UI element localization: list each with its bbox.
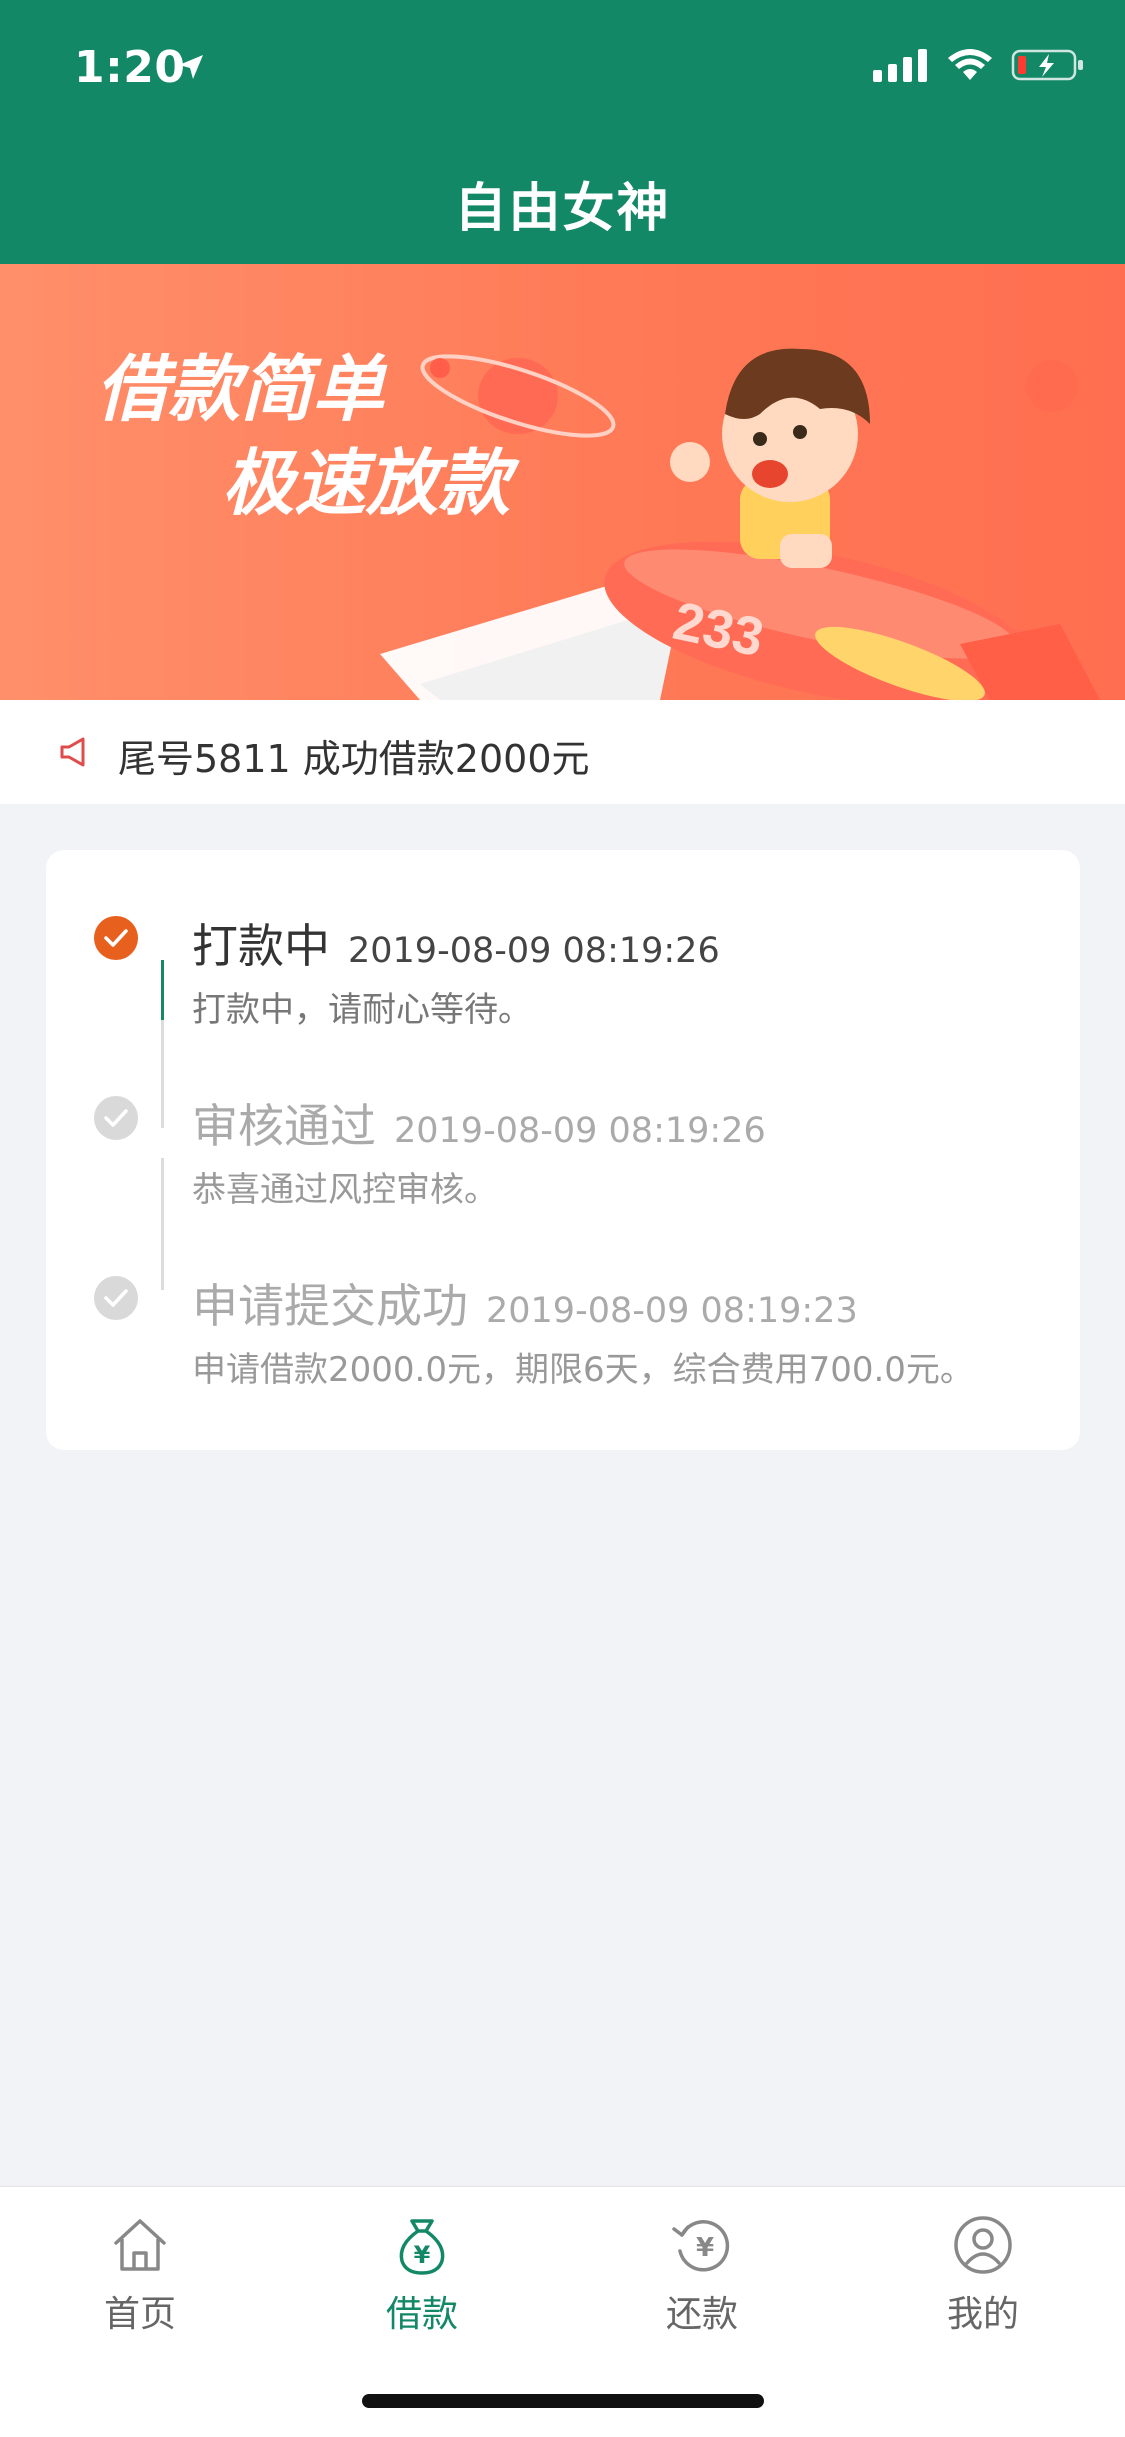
timeline-line	[161, 1020, 164, 1128]
step-time: 2019-08-09 08:19:26	[394, 1111, 766, 1151]
check-icon	[94, 1276, 138, 1320]
battery-icon	[1011, 49, 1083, 81]
header: 1:20 自由女神	[0, 0, 1125, 264]
step-title-row: 审核通过 2019-08-09 08:19:26	[192, 1090, 766, 1156]
step-title: 申请提交成功	[192, 1279, 468, 1333]
home-icon	[114, 2219, 166, 2271]
page-title: 自由女神	[454, 179, 671, 239]
banner-slogan-line2: 极速放款	[222, 441, 520, 525]
cellular-signal-icon	[873, 49, 927, 82]
svg-text:¥: ¥	[414, 2241, 431, 2269]
profile-icon	[954, 2216, 1012, 2274]
step-description: 恭喜通过风控审核。	[192, 1170, 498, 1210]
step-time: 2019-08-09 08:19:23	[486, 1291, 858, 1331]
step-title-row: 申请提交成功 2019-08-09 08:19:23	[192, 1270, 858, 1336]
step-time: 2019-08-09 08:19:26	[348, 931, 720, 971]
check-icon	[94, 1096, 138, 1140]
location-arrow-icon	[179, 55, 203, 79]
step-description: 申请借款2000.0元，期限6天，综合费用700.0元。	[192, 1350, 974, 1390]
repay-icon: ¥	[672, 2220, 730, 2272]
promo-banner[interactable]: 233 借款简单 极速放款	[0, 264, 1125, 700]
banner-slogan-line1: 借款简单	[96, 347, 388, 431]
tab-label: 还款	[665, 2294, 738, 2335]
wifi-icon	[948, 49, 992, 80]
step-description: 打款中，请耐心等待。	[192, 990, 532, 1030]
timeline-line	[161, 1158, 164, 1290]
tab-loan[interactable]: ¥ 借款	[322, 2213, 522, 2337]
speaker-icon	[60, 737, 85, 767]
notice-text: 尾号5811 成功借款2000元	[118, 737, 590, 781]
tab-label: 我的	[946, 2294, 1019, 2335]
tab-home[interactable]: 首页	[40, 2213, 240, 2337]
step-title: 审核通过	[192, 1099, 376, 1153]
tab-profile[interactable]: 我的	[883, 2213, 1083, 2337]
tab-label: 借款	[385, 2294, 458, 2335]
tab-repay[interactable]: ¥ 还款	[602, 2213, 802, 2337]
banner-illustration: 233 借款简单 极速放款	[96, 347, 1100, 700]
timeline-line-active	[161, 960, 164, 1020]
money-bag-icon: ¥	[399, 2219, 445, 2275]
loan-status-card: 打款中 2019-08-09 08:19:26 打款中，请耐心等待。 审核通过 20…	[46, 850, 1080, 1450]
tab-label: 首页	[103, 2294, 176, 2335]
check-icon	[94, 916, 138, 960]
status-indicators	[873, 48, 1085, 82]
step-title-row: 打款中 2019-08-09 08:19:26	[192, 910, 720, 976]
notice-bar: 尾号5811 成功借款2000元	[0, 700, 1125, 804]
status-time: 1:20	[74, 42, 186, 93]
home-indicator[interactable]	[362, 2394, 764, 2408]
svg-text:¥: ¥	[696, 2233, 714, 2263]
step-title: 打款中	[192, 919, 330, 973]
